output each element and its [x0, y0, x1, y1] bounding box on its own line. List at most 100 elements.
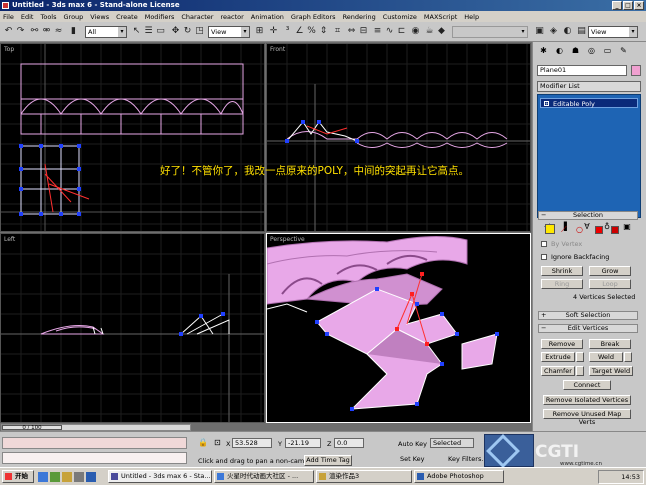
menu-animation[interactable]: Animation: [251, 13, 284, 21]
percent-snap-icon[interactable]: %: [306, 26, 317, 37]
desktop-quicklaunch-icon[interactable]: [50, 472, 60, 482]
menu-help[interactable]: Help: [464, 13, 479, 21]
menu-group[interactable]: Group: [64, 13, 84, 21]
maximize-button[interactable]: □: [623, 1, 633, 10]
link-icon[interactable]: ⚯: [29, 26, 40, 37]
bind-spacewarp-icon[interactable]: ≈: [53, 26, 64, 37]
material-editor-icon[interactable]: ◉: [410, 26, 421, 37]
x-coordinate-field[interactable]: 53.528: [232, 438, 272, 448]
chamfer-settings-button[interactable]: [576, 366, 584, 376]
ignore-backfacing-checkbox[interactable]: [541, 254, 547, 260]
taskbar-item-folder[interactable]: 渲染作品3: [316, 470, 412, 483]
viewport-front[interactable]: Front: [266, 43, 531, 232]
render-view-dropdown[interactable]: View: [588, 26, 638, 38]
extrude-settings-button[interactable]: [576, 352, 584, 362]
vertex-mode-icon[interactable]: [545, 224, 555, 234]
schematic-view-icon[interactable]: ⊏: [396, 26, 407, 37]
add-time-tag-button[interactable]: Add Time Tag: [304, 455, 352, 466]
snap-3-icon[interactable]: ³: [282, 26, 293, 37]
menu-create[interactable]: Create: [116, 13, 138, 21]
edit-vertices-rollout-header[interactable]: − Edit Vertices: [538, 324, 638, 333]
undo-icon[interactable]: ↶: [3, 26, 14, 37]
utilities-tab-icon[interactable]: ✎: [617, 45, 630, 57]
unlink-icon[interactable]: ⚮: [41, 26, 52, 37]
named-selection-sets-field[interactable]: [452, 26, 528, 38]
pivot-center-icon[interactable]: ⊞: [254, 26, 265, 37]
region-icon[interactable]: ▭: [155, 26, 166, 37]
maxscript-output-field[interactable]: [2, 452, 187, 464]
absolute-mode-icon[interactable]: ⊡: [214, 438, 221, 447]
time-slider[interactable]: 0 / 100: [1, 424, 191, 431]
select-icon[interactable]: ↖: [131, 26, 142, 37]
polygon-mode-icon[interactable]: [595, 226, 603, 234]
hierarchy-tab-icon[interactable]: ☗: [569, 45, 582, 57]
connect-button[interactable]: Connect: [563, 380, 611, 390]
active-shade-icon[interactable]: ◐: [562, 26, 573, 37]
border-mode-icon[interactable]: ○: [576, 225, 583, 234]
taskbar-item-photoshop[interactable]: Adobe Photoshop: [414, 470, 504, 483]
mirror-icon[interactable]: ⇔: [346, 26, 357, 37]
edge-mode-icon[interactable]: ⟋: [561, 225, 567, 235]
break-button[interactable]: Break: [589, 339, 631, 349]
object-name-field[interactable]: Plane01: [537, 65, 627, 76]
menu-views[interactable]: Views: [90, 13, 109, 21]
render-scene-icon[interactable]: ☕: [424, 26, 435, 37]
redo-icon[interactable]: ↷: [15, 26, 26, 37]
element-mode-icon[interactable]: [611, 226, 619, 234]
loop-button[interactable]: Loop: [589, 279, 631, 289]
viewport-perspective[interactable]: Perspective: [266, 233, 531, 423]
y-coordinate-field[interactable]: -21.19: [285, 438, 321, 448]
reference-coord-dropdown[interactable]: View: [208, 26, 250, 38]
select-by-name-icon[interactable]: ☰: [143, 26, 154, 37]
motion-tab-icon[interactable]: ◎: [585, 45, 598, 57]
minimize-button[interactable]: _: [612, 1, 622, 10]
viewport-label-left[interactable]: Left: [4, 236, 15, 243]
menu-maxscript[interactable]: MAXScript: [424, 13, 457, 21]
menu-rendering[interactable]: Rendering: [343, 13, 376, 21]
close-button[interactable]: ×: [634, 1, 644, 10]
key-filters-button[interactable]: Key Filters...: [448, 455, 488, 463]
menu-character[interactable]: Character: [181, 13, 213, 21]
target-weld-button[interactable]: Target Weld: [589, 366, 633, 376]
menu-edit[interactable]: Edit: [21, 13, 34, 21]
align-icon[interactable]: ⊟: [358, 26, 369, 37]
menu-customize[interactable]: Customize: [383, 13, 417, 21]
object-color-swatch[interactable]: [631, 65, 641, 76]
remove-isolated-vertices-button[interactable]: Remove Isolated Vertices: [543, 395, 631, 405]
media-quicklaunch-icon[interactable]: [74, 472, 84, 482]
maxscript-listener-field[interactable]: [2, 437, 187, 449]
expand-icon[interactable]: +: [544, 101, 549, 106]
weld-button[interactable]: Weld: [589, 352, 623, 362]
messenger-quicklaunch-icon[interactable]: [86, 472, 96, 482]
named-selection-icon[interactable]: ⌗: [332, 26, 343, 37]
auto-key-label[interactable]: Auto Key: [398, 440, 427, 448]
start-button[interactable]: 开始: [2, 470, 34, 483]
modifier-list-dropdown[interactable]: Modifier List: [537, 81, 641, 92]
select-scale-icon[interactable]: ◳: [194, 26, 205, 37]
stack-item-editable-poly[interactable]: + Editable Poly: [540, 98, 638, 108]
spinner-snap-icon[interactable]: ⇕: [318, 26, 329, 37]
menu-graph-editors[interactable]: Graph Editors: [291, 13, 336, 21]
render-last-icon[interactable]: ▤: [576, 26, 587, 37]
render-frame-icon[interactable]: ◈: [548, 26, 559, 37]
shrink-button[interactable]: Shrink: [541, 266, 583, 276]
chamfer-button[interactable]: Chamfer: [541, 366, 575, 376]
remove-button[interactable]: Remove: [541, 339, 583, 349]
display-tab-icon[interactable]: ▭: [601, 45, 614, 57]
ring-button[interactable]: Ring: [541, 279, 583, 289]
folder-quicklaunch-icon[interactable]: [62, 472, 72, 482]
render-type-icon[interactable]: ▣: [534, 26, 545, 37]
taskbar-item-3dsmax[interactable]: Untitled - 3ds max 6 - Sta...: [108, 470, 212, 483]
by-vertex-checkbox[interactable]: [541, 241, 547, 247]
create-tab-icon[interactable]: ✱: [537, 45, 550, 57]
taskbar-item-browser[interactable]: 火星时代动画大社区 - ...: [214, 470, 314, 483]
viewport-left[interactable]: Left: [0, 233, 265, 423]
viewport-label-top[interactable]: Top: [4, 46, 14, 53]
menu-tools[interactable]: Tools: [40, 13, 56, 21]
menu-file[interactable]: File: [3, 13, 14, 21]
key-mode-dropdown[interactable]: Selected: [430, 438, 474, 448]
menu-reactor[interactable]: reactor: [220, 13, 243, 21]
curve-editor-icon[interactable]: ∿: [384, 26, 395, 37]
time-slider-thumb[interactable]: 0 / 100: [2, 425, 62, 431]
viewport-top[interactable]: Top: [0, 43, 265, 232]
